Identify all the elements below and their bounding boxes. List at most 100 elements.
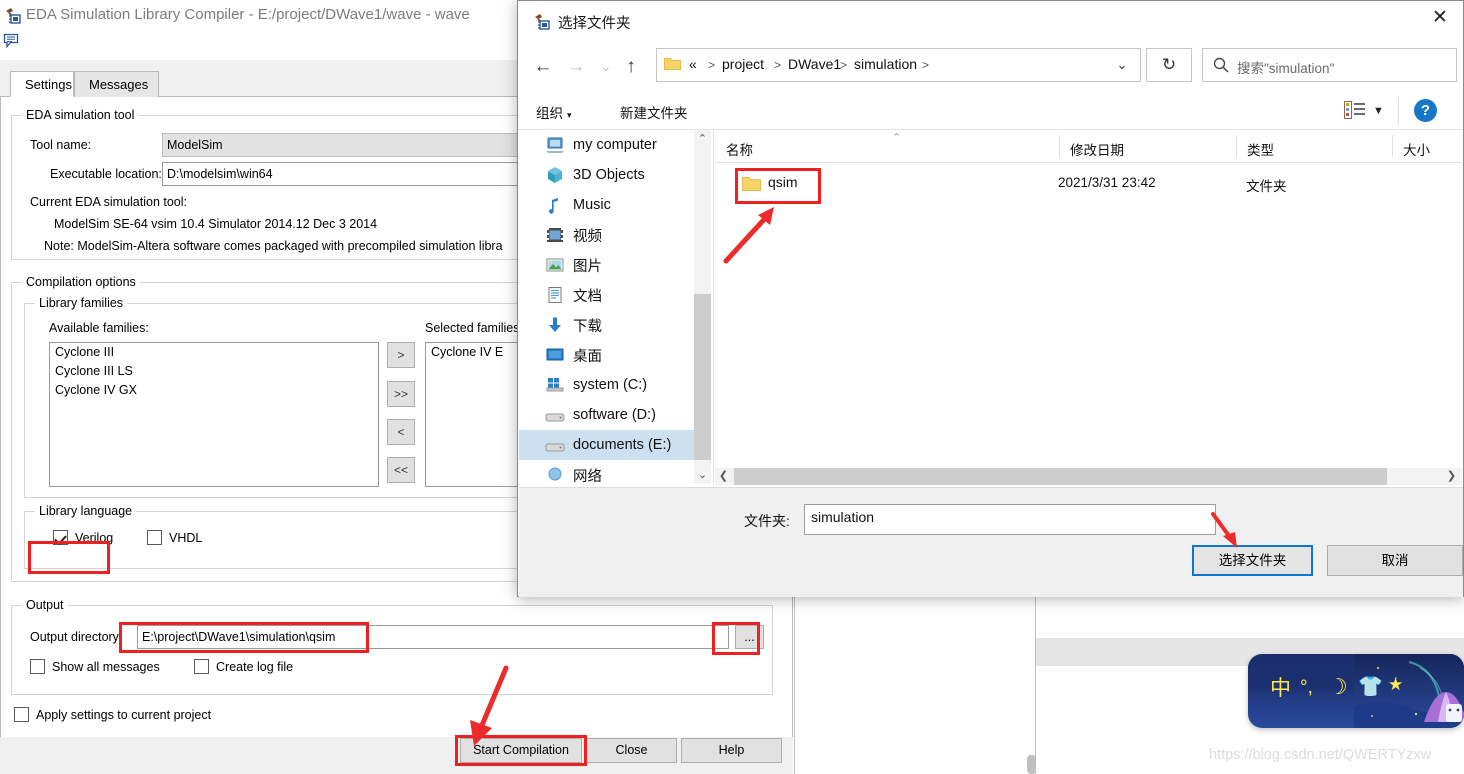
breadcrumb-root[interactable]: « <box>689 56 697 72</box>
list-view-icon[interactable] <box>1344 101 1366 119</box>
sidebar-item-documents-e[interactable]: documents (E:) <box>519 430 694 460</box>
help-button[interactable]: Help <box>681 738 782 763</box>
organize-button[interactable]: 组织 ▾ <box>536 102 572 122</box>
sidebar-item-label: Music <box>573 197 611 213</box>
folder-icon <box>742 176 761 192</box>
tab-settings-label: Settings <box>25 77 72 92</box>
background-scrollbar-thumb[interactable] <box>1027 755 1036 774</box>
documents-icon <box>545 286 565 304</box>
table-row[interactable]: qsim 2021/3/31 23:42 文件夹 <box>715 170 1462 200</box>
ime-punctuation-icon[interactable]: °, <box>1300 677 1313 699</box>
column-header-type[interactable]: 类型 <box>1247 139 1274 159</box>
dialog-navbar: ← → ⌄ ↑ « > project > DWave1 > simulatio… <box>518 43 1463 91</box>
ime-mode-chinese[interactable]: 中 <box>1270 672 1291 702</box>
ime-toolbar[interactable]: 中 °, ☽ 👕 ★ <box>1248 654 1464 728</box>
music-note-icon <box>545 196 565 214</box>
move-right-button[interactable]: > <box>387 342 415 368</box>
close-icon[interactable]: ✕ <box>1417 1 1463 35</box>
move-all-left-button[interactable]: << <box>387 457 415 483</box>
ime-star-icon[interactable]: ★ <box>1388 675 1403 695</box>
arrow-right-icon[interactable]: → <box>563 54 589 80</box>
tab-messages[interactable]: Messages <box>74 71 159 97</box>
list-item[interactable]: Cyclone III <box>50 343 378 362</box>
sidebar-item-system-c[interactable]: system (C:) <box>519 370 694 400</box>
sidebar-item-label: 文档 <box>573 288 602 305</box>
output-directory-input[interactable]: E:\project\DWave1\simulation\qsim <box>137 625 729 649</box>
sidebar-item-my-computer[interactable]: my computer <box>519 130 694 160</box>
chevron-down-icon[interactable]: ⌄ <box>1112 57 1132 73</box>
help-icon[interactable]: ? <box>1414 99 1437 122</box>
move-left-button[interactable]: < <box>387 419 415 445</box>
scrollbar-thumb[interactable] <box>694 294 711 460</box>
new-folder-button[interactable]: 新建文件夹 <box>620 102 688 122</box>
browse-output-dir-button[interactable]: ... <box>735 625 764 649</box>
folder-name-label: 文件夹: <box>744 513 790 529</box>
refresh-icon[interactable]: ↻ <box>1146 48 1192 82</box>
sidebar-item-music[interactable]: Music <box>519 190 694 220</box>
navigation-scrollbar[interactable]: ⌃ ⌄ <box>694 130 711 484</box>
sidebar-item-videos[interactable]: 视频 <box>519 220 694 250</box>
list-item[interactable]: Cyclone III LS <box>50 362 378 381</box>
verilog-checkbox[interactable]: Verilog <box>53 530 113 545</box>
hammer-chip-icon <box>4 7 22 25</box>
chevron-up-icon[interactable]: ⌃ <box>694 130 711 148</box>
search-input[interactable]: 搜索"simulation" <box>1202 48 1457 82</box>
list-item[interactable]: Cyclone IV GX <box>50 381 378 400</box>
arrow-up-icon[interactable]: ↑ <box>618 54 644 80</box>
chevron-left-icon[interactable]: ❮ <box>715 468 732 485</box>
tab-messages-label: Messages <box>89 77 149 92</box>
breadcrumb-item-dwave1[interactable]: DWave1 <box>788 56 841 72</box>
sidebar-item-downloads[interactable]: 下载 <box>519 310 694 340</box>
ime-moon-icon[interactable]: ☽ <box>1328 674 1348 700</box>
pane-splitter[interactable] <box>713 130 714 484</box>
start-compilation-button[interactable]: Start Compilation <box>460 738 582 763</box>
arrow-left-icon[interactable]: ← <box>530 54 556 80</box>
sidebar-item-label: 下载 <box>573 318 602 335</box>
sidebar-item-label: my computer <box>573 137 657 153</box>
column-divider <box>1236 135 1237 157</box>
vhdl-checkbox[interactable]: VHDL <box>147 530 202 545</box>
sidebar-item-network[interactable]: 网络 <box>519 460 694 484</box>
column-header-modified[interactable]: 修改日期 <box>1070 139 1124 159</box>
library-language-legend: Library language <box>35 504 137 518</box>
folder-name-input[interactable]: simulation <box>804 504 1216 535</box>
scrollbar-thumb[interactable] <box>734 468 1387 485</box>
create-log-file-checkbox[interactable]: Create log file <box>194 659 293 674</box>
sidebar-item-documents-lib[interactable]: 文档 <box>519 280 694 310</box>
apply-settings-checkbox[interactable]: Apply settings to current project <box>14 707 211 722</box>
file-name[interactable]: qsim <box>768 174 798 190</box>
sidebar-item-label: 视频 <box>573 228 602 245</box>
column-divider <box>1392 135 1393 157</box>
available-families-list[interactable]: Cyclone III Cyclone III LS Cyclone IV GX <box>49 342 379 487</box>
cancel-button[interactable]: 取消 <box>1327 545 1463 576</box>
message-icon[interactable] <box>3 33 21 49</box>
chevron-right-icon[interactable]: ❯ <box>1443 468 1460 485</box>
breadcrumb-item-project[interactable]: project <box>722 56 764 72</box>
file-list-hscrollbar[interactable]: ❮ ❯ <box>715 468 1462 485</box>
tab-settings[interactable]: Settings <box>10 71 74 97</box>
show-all-messages-checkbox[interactable]: Show all messages <box>30 659 160 674</box>
select-folder-button[interactable]: 选择文件夹 <box>1192 545 1313 576</box>
sidebar-item-software-d[interactable]: software (D:) <box>519 400 694 430</box>
breadcrumb[interactable]: « > project > DWave1 > simulation > ⌄ <box>656 48 1141 82</box>
column-header-size[interactable]: 大小 <box>1403 139 1430 159</box>
sidebar-item-desktop[interactable]: 桌面 <box>519 340 694 370</box>
folder-picker-dialog: 选择文件夹 ✕ ← → ⌄ ↑ « > project > DWave1 > s… <box>517 0 1464 597</box>
sidebar-item-label: documents (E:) <box>573 437 672 453</box>
pictures-icon <box>545 256 565 274</box>
sidebar-item-pictures[interactable]: 图片 <box>519 250 694 280</box>
chevron-down-icon[interactable]: ⌄ <box>593 54 619 80</box>
close-button[interactable]: Close <box>586 738 677 763</box>
chevron-down-icon[interactable]: ⌄ <box>694 466 711 484</box>
ime-skin-icon[interactable]: 👕 <box>1358 674 1383 699</box>
move-all-right-button[interactable]: >> <box>387 381 415 407</box>
screen: EDA Simulation Library Compiler - E:/pro… <box>0 0 1464 774</box>
column-header-name[interactable]: 名称 <box>726 139 753 159</box>
selected-families-label: Selected families: <box>425 321 523 335</box>
sort-ascending-icon: ⌃ <box>892 132 902 144</box>
output-directory-label: Output directory: <box>30 630 123 644</box>
sidebar-item-3d-objects[interactable]: 3D Objects <box>519 160 694 190</box>
available-families-label: Available families: <box>49 321 149 335</box>
breadcrumb-item-simulation[interactable]: simulation <box>854 56 917 72</box>
chevron-down-icon[interactable]: ▼ <box>1373 105 1384 117</box>
